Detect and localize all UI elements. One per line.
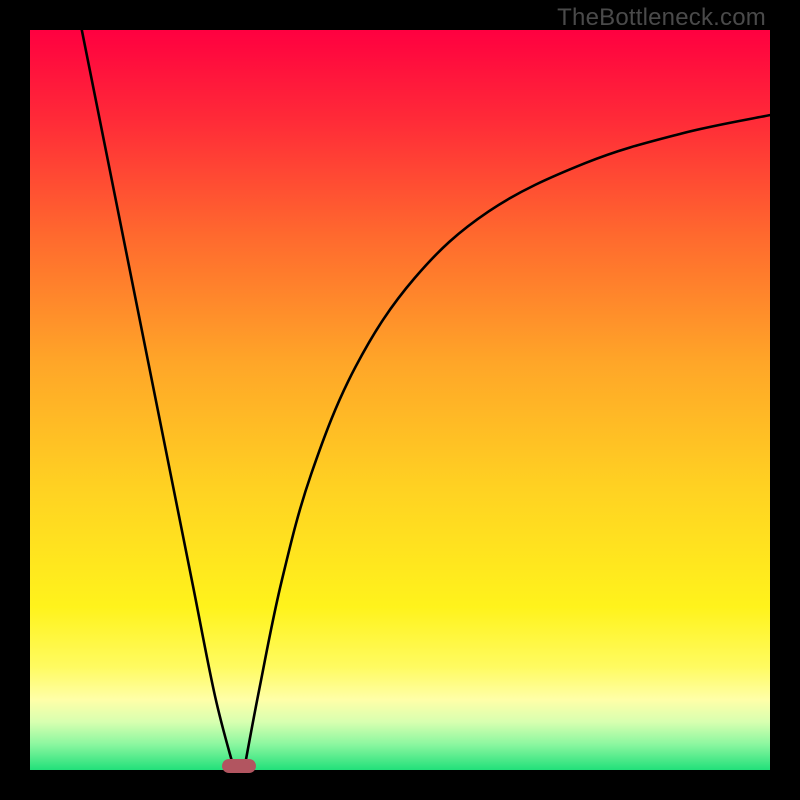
chart-plot-area — [30, 30, 770, 770]
watermark-text: TheBottleneck.com — [557, 4, 766, 32]
optimum-marker — [222, 759, 256, 773]
heat-gradient — [30, 30, 770, 770]
